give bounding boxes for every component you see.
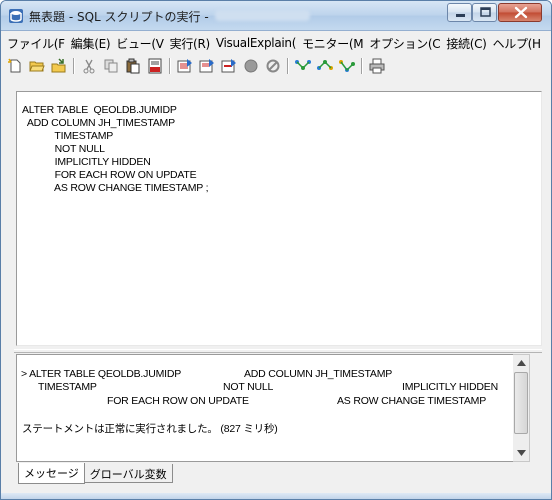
scroll-thumb[interactable] (514, 372, 528, 434)
menu-file[interactable]: ファイル(F (4, 35, 68, 52)
run-current-button[interactable] (218, 56, 240, 76)
pane-splitter[interactable] (14, 349, 542, 353)
message-scrollbar[interactable] (513, 354, 530, 462)
toolbar-separator (73, 58, 75, 74)
message-pane[interactable]: > ALTER TABLE QEOLDB.JUMIDP ADD COLUMN J… (16, 354, 528, 462)
window-title: 無表題 - SQL スクリプトの実行 - (29, 10, 209, 24)
paste-button[interactable] (122, 56, 144, 76)
menu-options[interactable]: オプション(C (366, 35, 443, 52)
message-statement-line2c: IMPLICITLY HIDDEN (402, 381, 498, 393)
cancel-button[interactable] (262, 56, 284, 76)
cut-button[interactable] (78, 56, 100, 76)
run-icon (177, 59, 192, 73)
tab-messages[interactable]: メッセージ (18, 463, 85, 484)
save-icon (51, 58, 66, 73)
maximize-button[interactable] (472, 3, 497, 22)
run-button[interactable] (174, 56, 196, 76)
open-icon (29, 61, 45, 72)
new-icon (8, 58, 21, 73)
save-sql-button[interactable] (144, 56, 166, 76)
explain-button[interactable] (292, 56, 314, 76)
message-status: ステートメントは正常に実行されました。 (827 ミリ秒) (22, 423, 278, 435)
message-statement-line1b: ADD COLUMN JH_TIMESTAMP (244, 368, 393, 380)
print-icon (369, 58, 385, 74)
scroll-down-button[interactable] (513, 445, 529, 461)
copy-icon (104, 59, 118, 73)
menu-bar: ファイル(F 編集(E) ビュー(V 実行(R) VisualExplain( … (4, 32, 550, 54)
open-button[interactable] (26, 56, 48, 76)
close-button[interactable] (498, 3, 542, 22)
paste-icon (126, 58, 140, 74)
message-tabs: メッセージ グローバル変数 (18, 463, 173, 484)
run-step-icon (199, 59, 214, 73)
message-statement-line3b: AS ROW CHANGE TIMESTAMP (337, 395, 487, 407)
sql-text[interactable]: ALTER TABLE QEOLDB.JUMIDP ADD COLUMN JH_… (22, 104, 208, 195)
title-bar[interactable]: 無表題 - SQL スクリプトの実行 - (1, 1, 551, 31)
message-statement-line1: > ALTER TABLE QEOLDB.JUMIDP (21, 368, 182, 380)
app-icon (9, 9, 23, 23)
sql-editor[interactable]: ALTER TABLE QEOLDB.JUMIDP ADD COLUMN JH_… (16, 91, 542, 346)
explain-all-button[interactable] (314, 56, 336, 76)
message-statement-line2: TIMESTAMP (38, 381, 97, 393)
explain-current-icon (339, 60, 355, 72)
new-button[interactable] (4, 56, 26, 76)
save-sql-icon (148, 58, 162, 74)
print-button[interactable] (366, 56, 388, 76)
toolbar (4, 55, 550, 77)
stop-button[interactable] (240, 56, 262, 76)
toolbar-separator (169, 58, 171, 74)
menu-edit[interactable]: 編集(E) (68, 35, 113, 52)
stop-icon (244, 59, 258, 73)
toolbar-separator (361, 58, 363, 74)
menu-help[interactable]: ヘルプ(H (490, 35, 544, 52)
minimize-button[interactable] (447, 3, 472, 22)
menu-connection[interactable]: 接続(C) (443, 35, 489, 52)
menu-visual-explain[interactable]: VisualExplain( (213, 36, 299, 50)
cut-icon (83, 59, 95, 74)
chevron-up-icon (516, 360, 526, 366)
chevron-down-icon (516, 450, 526, 456)
explain-icon (295, 60, 311, 70)
message-statement-line2b: NOT NULL (223, 381, 274, 393)
scroll-up-button[interactable] (513, 355, 529, 371)
save-button[interactable] (48, 56, 70, 76)
menu-view[interactable]: ビュー(V (113, 35, 166, 52)
minimize-icon (456, 14, 465, 17)
cancel-icon (266, 59, 280, 73)
tab-global-variables[interactable]: グローバル変数 (83, 464, 173, 483)
run-step-button[interactable] (196, 56, 218, 76)
close-icon (514, 6, 528, 19)
title-redacted (215, 10, 310, 21)
toolbar-separator (287, 58, 289, 74)
explain-current-button[interactable] (336, 56, 358, 76)
menu-run[interactable]: 実行(R) (167, 35, 213, 52)
menu-monitor[interactable]: モニター(M (299, 35, 366, 52)
message-statement-line3: FOR EACH ROW ON UPDATE (107, 395, 249, 407)
sql-script-window: 無表題 - SQL スクリプトの実行 - ファイル(F 編集(E) ビュー(V … (0, 0, 552, 500)
maximize-icon (480, 7, 491, 17)
explain-all-icon (317, 60, 333, 70)
copy-button[interactable] (100, 56, 122, 76)
window-bottom-border (1, 493, 551, 499)
run-current-icon (221, 59, 236, 73)
